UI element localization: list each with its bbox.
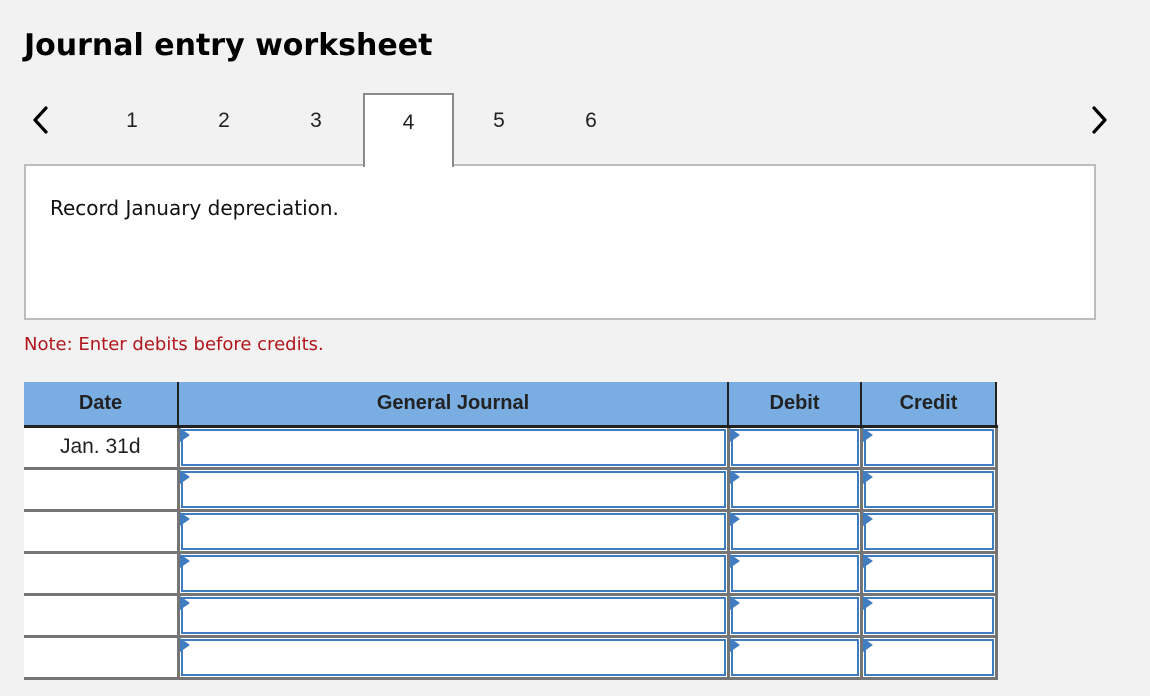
- dropdown-flag-icon: [862, 511, 873, 526]
- dropdown-flag-icon: [179, 511, 190, 526]
- table-row: [24, 552, 998, 596]
- table-row: [24, 468, 998, 512]
- credit-input[interactable]: [863, 470, 994, 508]
- credit-input-cell: [861, 510, 998, 554]
- dropdown-flag-icon: [862, 427, 873, 442]
- date-cell: [24, 468, 180, 512]
- credit-input-cell: [861, 636, 998, 680]
- debit-input[interactable]: [730, 512, 859, 550]
- debit-input[interactable]: [730, 470, 859, 508]
- dropdown-flag-icon: [179, 595, 190, 610]
- account-input[interactable]: [180, 554, 726, 592]
- account-input-cell: [178, 552, 730, 596]
- account-input-cell: [178, 594, 730, 638]
- account-input[interactable]: [180, 638, 726, 676]
- prompt-text: Record January depreciation.: [50, 196, 339, 220]
- chevron-right-icon: [1092, 106, 1107, 134]
- dropdown-flag-icon: [729, 553, 740, 568]
- next-button[interactable]: [1086, 103, 1116, 137]
- chevron-left-icon: [33, 106, 48, 134]
- dropdown-flag-icon: [862, 469, 873, 484]
- page-title: Journal entry worksheet: [24, 28, 433, 63]
- date-cell: [24, 636, 180, 680]
- debit-input-cell: [728, 552, 863, 596]
- dropdown-flag-icon: [179, 553, 190, 568]
- debit-input[interactable]: [730, 596, 859, 634]
- date-cell: [24, 552, 180, 596]
- credit-input-cell: [861, 594, 998, 638]
- account-input[interactable]: [180, 470, 726, 508]
- credit-input[interactable]: [863, 428, 994, 466]
- account-input-cell: [178, 510, 730, 554]
- account-input-cell: [178, 468, 730, 512]
- header-credit: Credit: [861, 382, 997, 428]
- dropdown-flag-icon: [729, 427, 740, 442]
- account-input[interactable]: [180, 512, 726, 550]
- debit-input[interactable]: [730, 638, 859, 676]
- dropdown-flag-icon: [179, 637, 190, 652]
- table-row: [24, 510, 998, 554]
- credit-input-cell: [861, 426, 998, 470]
- journal-table: Date General Journal Debit Credit Jan. 3…: [24, 382, 998, 680]
- tab-3[interactable]: 3: [272, 93, 360, 165]
- credit-input[interactable]: [863, 638, 994, 676]
- dropdown-flag-icon: [729, 469, 740, 484]
- debit-input[interactable]: [730, 428, 859, 466]
- table-row: Jan. 31d: [24, 426, 998, 470]
- dropdown-flag-icon: [862, 637, 873, 652]
- debit-input-cell: [728, 426, 863, 470]
- date-cell: [24, 594, 180, 638]
- credit-input[interactable]: [863, 554, 994, 592]
- credit-input-cell: [861, 468, 998, 512]
- header-date: Date: [24, 382, 179, 428]
- account-input-cell: [178, 636, 730, 680]
- header-row: Date General Journal Debit Credit: [24, 382, 997, 428]
- table-row: [24, 594, 998, 638]
- account-input-cell: [178, 426, 730, 470]
- debit-input-cell: [728, 594, 863, 638]
- account-input[interactable]: [180, 596, 726, 634]
- header-general-journal: General Journal: [178, 382, 729, 428]
- prompt-box: Record January depreciation.: [24, 164, 1096, 320]
- note-text: Note: Enter debits before credits.: [24, 334, 324, 355]
- debit-input-cell: [728, 636, 863, 680]
- debit-input[interactable]: [730, 554, 859, 592]
- date-cell: Jan. 31d: [24, 426, 180, 470]
- tab-5[interactable]: 5: [455, 93, 543, 165]
- dropdown-flag-icon: [729, 637, 740, 652]
- header-debit: Debit: [728, 382, 862, 428]
- dropdown-flag-icon: [179, 427, 190, 442]
- tab-2[interactable]: 2: [180, 93, 268, 165]
- debit-input-cell: [728, 468, 863, 512]
- date-cell: [24, 510, 180, 554]
- account-input[interactable]: [180, 428, 726, 466]
- dropdown-flag-icon: [729, 595, 740, 610]
- debit-input-cell: [728, 510, 863, 554]
- prev-button[interactable]: [26, 103, 56, 137]
- dropdown-flag-icon: [862, 553, 873, 568]
- tab-1[interactable]: 1: [88, 93, 176, 165]
- credit-input-cell: [861, 552, 998, 596]
- tab-6[interactable]: 6: [547, 93, 635, 165]
- table-row: [24, 636, 998, 680]
- dropdown-flag-icon: [862, 595, 873, 610]
- dropdown-flag-icon: [729, 511, 740, 526]
- credit-input[interactable]: [863, 596, 994, 634]
- dropdown-flag-icon: [179, 469, 190, 484]
- credit-input[interactable]: [863, 512, 994, 550]
- tab-4[interactable]: 4: [363, 93, 454, 167]
